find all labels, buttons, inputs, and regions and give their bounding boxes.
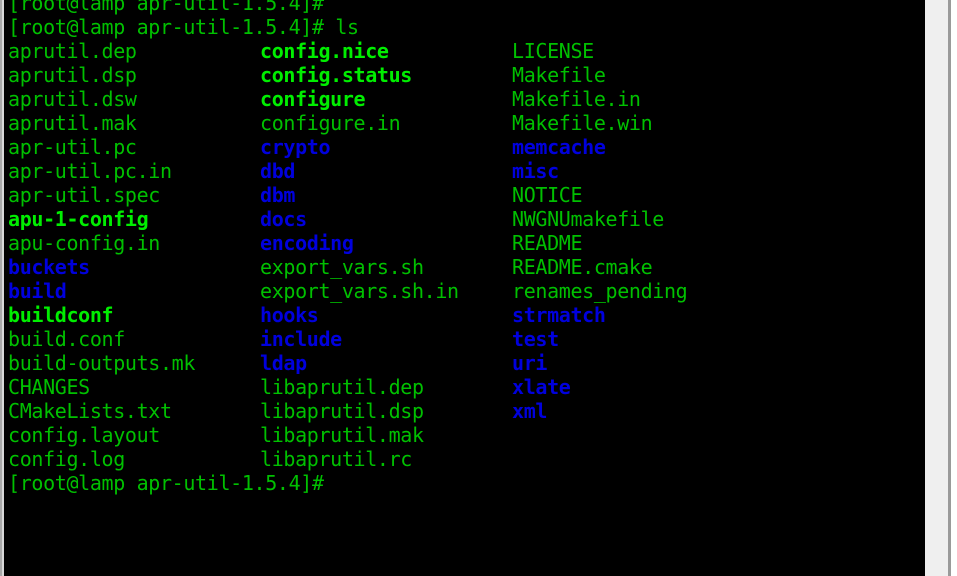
ls-entry-dir: xml	[512, 399, 548, 423]
ls-entry-file: Makefile.in	[512, 87, 641, 111]
ls-output-row: buckets export_vars.sh README.cmake	[4, 255, 687, 279]
ls-entry-file: build-outputs.mk	[8, 351, 219, 375]
ls-entry-dir: crypto	[260, 135, 471, 159]
ls-entry-file: Makefile	[512, 63, 606, 87]
ls-entry-file: libaprutil.rc	[260, 447, 471, 471]
terminal-window[interactable]: [root@lamp apr-util-1.5.4]# [root@lamp ap…	[4, 0, 925, 576]
ls-output-row: CMakeLists.txt libaprutil.dsp xml	[4, 399, 687, 423]
ls-entry-dir: xlate	[512, 375, 571, 399]
ls-entry-dir: test	[512, 327, 559, 351]
ls-entry-exec: config.status	[260, 63, 471, 87]
ls-entry-exec: configure	[260, 87, 471, 111]
ls-entry-dir: include	[260, 327, 471, 351]
ls-entry-file: aprutil.dsw	[8, 87, 219, 111]
ls-entry-dir: dbm	[260, 183, 471, 207]
ls-entry-file: renames_pending	[512, 279, 688, 303]
ls-entry-dir: encoding	[260, 231, 471, 255]
ls-entry-dir: ldap	[260, 351, 471, 375]
ls-output-row: apr-util.spec dbm NOTICE	[4, 183, 687, 207]
ls-entry-dir: hooks	[260, 303, 471, 327]
ls-entry-file: apr-util.spec	[8, 183, 219, 207]
ls-entry-dir: memcache	[512, 135, 606, 159]
ls-output-row: aprutil.dsp config.status Makefile	[4, 63, 687, 87]
ls-entry-dir: docs	[260, 207, 471, 231]
ls-entry-dir: build	[8, 279, 219, 303]
ls-entry-exec: config.nice	[260, 39, 471, 63]
ls-entry-exec: buildconf	[8, 303, 219, 327]
ls-output-row: CHANGES libaprutil.dep xlate	[4, 375, 687, 399]
ls-output-row: aprutil.mak configure.in Makefile.win	[4, 111, 687, 135]
screenshot-root: [root@lamp apr-util-1.5.4]# [root@lamp ap…	[0, 0, 957, 576]
ls-entry-file: README.cmake	[512, 255, 653, 279]
ls-output-row: aprutil.dsw configure Makefile.in	[4, 87, 687, 111]
ls-output-row: apr-util.pc.in dbd misc	[4, 159, 687, 183]
ls-entry-file: apu-config.in	[8, 231, 219, 255]
ls-entry-file: LICENSE	[512, 39, 594, 63]
ls-entry-file: NWGNUmakefile	[512, 207, 664, 231]
ls-entry-file: libaprutil.mak	[260, 423, 471, 447]
terminal-final-prompt: [root@lamp apr-util-1.5.4]#	[8, 471, 324, 495]
ls-entry-dir: uri	[512, 351, 548, 375]
ls-output-row: buildconf hooks strmatch	[4, 303, 687, 327]
ls-output-row: config.log libaprutil.rc	[4, 447, 687, 471]
ls-entry-file: CHANGES	[8, 375, 219, 399]
ls-entry-file: aprutil.mak	[8, 111, 219, 135]
ls-entry-file: aprutil.dep	[8, 39, 219, 63]
ls-entry-file: config.layout	[8, 423, 219, 447]
ls-entry-file: libaprutil.dsp	[260, 399, 471, 423]
ls-entry-dir: dbd	[260, 159, 471, 183]
ls-entry-file: export_vars.sh.in	[260, 279, 471, 303]
ls-entry-file: config.log	[8, 447, 219, 471]
terminal-prompt-line: [root@lamp apr-util-1.5.4]#	[8, 0, 324, 15]
ls-entry-file: README	[512, 231, 583, 255]
ls-entry-dir: strmatch	[512, 303, 606, 327]
page-right-margin	[951, 0, 957, 576]
ls-entry-file: apr-util.pc.in	[8, 159, 219, 183]
ls-entry-file: NOTICE	[512, 183, 583, 207]
ls-output-row: apr-util.pc crypto memcache	[4, 135, 687, 159]
ls-entry-exec: apu-1-config	[8, 207, 219, 231]
ls-entry-file: Makefile.win	[512, 111, 653, 135]
ls-entry-file: aprutil.dsp	[8, 63, 219, 87]
terminal-text-area[interactable]: [root@lamp apr-util-1.5.4]# [root@lamp ap…	[4, 0, 688, 495]
ls-entry-dir: buckets	[8, 255, 219, 279]
terminal-prompt-line: [root@lamp apr-util-1.5.4]# ls	[8, 15, 359, 39]
ls-entry-file: build.conf	[8, 327, 219, 351]
ls-entry-file: CMakeLists.txt	[8, 399, 219, 423]
ls-output-row: aprutil.dep config.nice LICENSE	[4, 39, 687, 63]
ls-output-row: config.layout libaprutil.mak	[4, 423, 687, 447]
ls-entry-file: configure.in	[260, 111, 471, 135]
ls-output-row: build export_vars.sh.in renames_pending	[4, 279, 688, 303]
ls-entry-dir: misc	[512, 159, 559, 183]
ls-output-row: apu-1-config docs NWGNUmakefile	[4, 207, 687, 231]
ls-entry-file: export_vars.sh	[260, 255, 471, 279]
ls-entry-file: libaprutil.dep	[260, 375, 471, 399]
ls-entry-file: apr-util.pc	[8, 135, 219, 159]
ls-output-row: build.conf include test	[4, 327, 687, 351]
ls-output-row: apu-config.in encoding README	[4, 231, 687, 255]
ls-output-row: build-outputs.mk ldap uri	[4, 351, 687, 375]
